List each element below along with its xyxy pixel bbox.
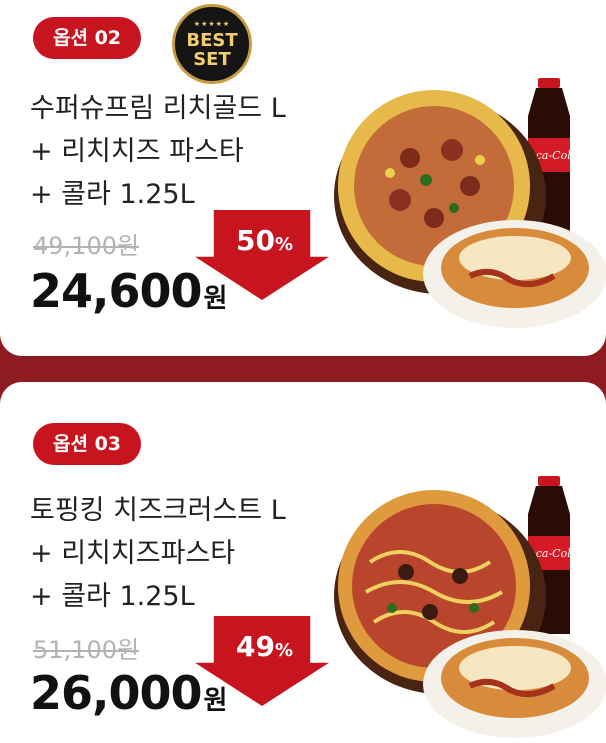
sale-price-value: 26,000 <box>30 666 203 720</box>
discount-label: 50% <box>236 224 293 257</box>
option-card-02[interactable]: 옵션 02 ★★★★★ BEST SET 수퍼슈프림 리치골드 L + 리치치즈… <box>0 0 606 356</box>
title-line: + 리치치즈파스타 <box>30 538 236 569</box>
star-icon: ★★★★★ <box>193 19 231 28</box>
option-badge: 옵션 02 <box>33 17 142 59</box>
discount-label: 49% <box>236 630 293 663</box>
product-title: 토핑킹 치즈크러스트 L + 리치치즈파스타 + 콜라 1.25L <box>30 489 286 618</box>
title-line: + 콜라 1.25L <box>30 179 195 210</box>
price-unit: 원 <box>203 284 228 314</box>
best-badge-line1: BEST <box>186 29 238 51</box>
discount-value: 50 <box>236 224 275 257</box>
best-badge-line2: SET <box>193 48 231 70</box>
sale-price: 26,000원 <box>30 666 227 720</box>
product-title: 수퍼슈프림 리치골드 L + 리치치즈 파스타 + 콜라 1.25L <box>30 87 286 216</box>
pizza-pasta-cola-image: Coca-Cola <box>334 78 606 328</box>
original-price: 49,100원 <box>33 232 140 260</box>
title-line: + 리치치즈 파스타 <box>30 136 244 167</box>
title-line: 토핑킹 치즈크러스트 L <box>30 495 286 526</box>
option-badge: 옵션 03 <box>33 423 142 465</box>
pizza-pasta-cola-image: Coca-Cola <box>334 476 606 738</box>
discount-symbol: % <box>274 640 294 661</box>
price-unit: 원 <box>203 686 228 716</box>
sale-price-value: 24,600 <box>30 264 203 318</box>
discount-value: 49 <box>236 630 275 663</box>
title-line: + 콜라 1.25L <box>30 581 195 612</box>
title-line: 수퍼슈프림 리치골드 L <box>30 93 286 124</box>
best-set-badge: ★★★★★ BEST SET <box>172 4 252 84</box>
option-card-03[interactable]: 옵션 03 토핑킹 치즈크러스트 L + 리치치즈파스타 + 콜라 1.25L … <box>0 382 606 743</box>
sale-price: 24,600원 <box>30 264 227 318</box>
original-price: 51,100원 <box>33 636 140 664</box>
discount-symbol: % <box>274 234 294 255</box>
